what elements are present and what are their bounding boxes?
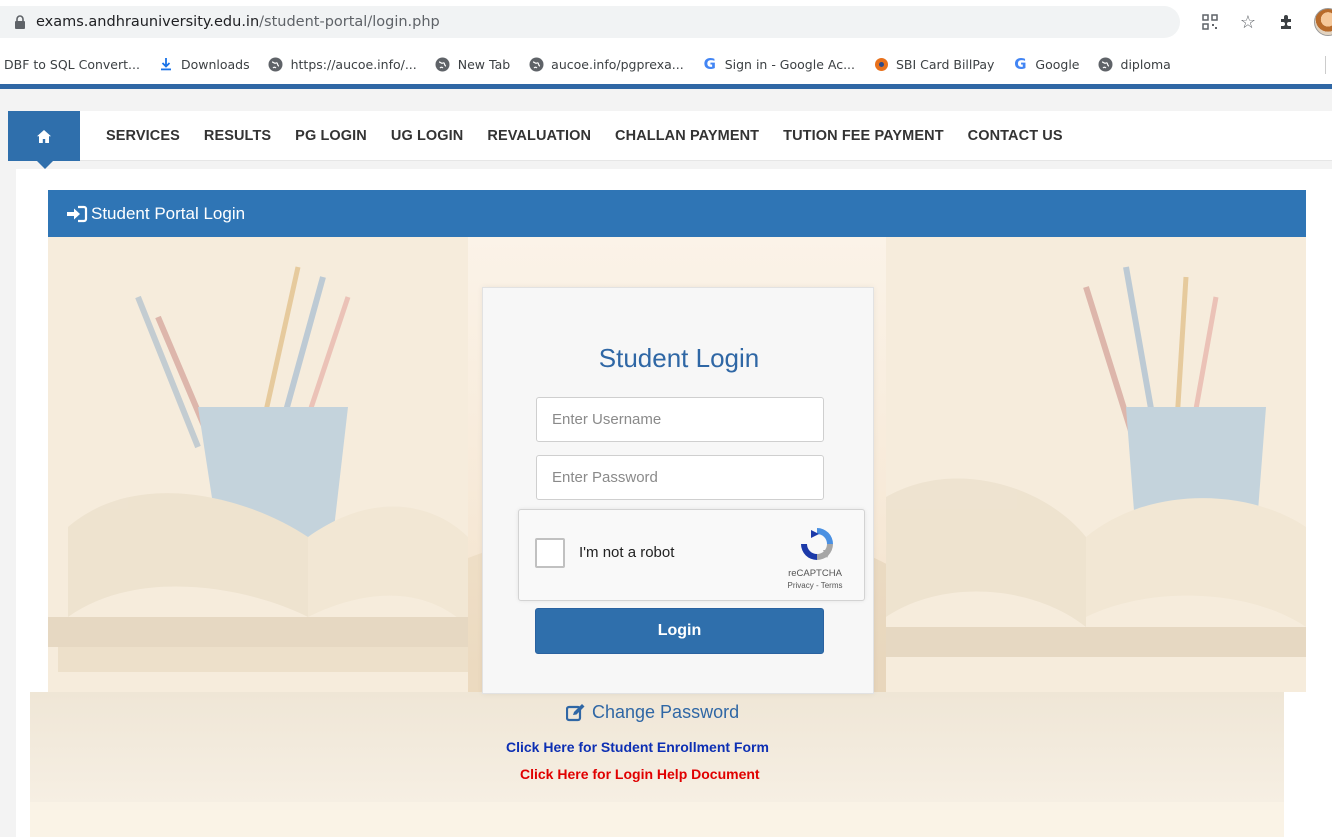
username-input[interactable] — [536, 397, 824, 442]
bookmark-item[interactable]: aucoe.info/pgprexa... — [528, 56, 684, 72]
books-illustration-left — [48, 237, 468, 692]
extensions-puzzle-icon[interactable] — [1276, 12, 1296, 32]
panel-title: Student Portal Login — [91, 203, 246, 223]
nav-contact-us[interactable]: CONTACT US — [968, 128, 1063, 144]
password-input[interactable] — [536, 455, 824, 500]
nav-results[interactable]: RESULTS — [204, 128, 271, 144]
home-icon — [37, 129, 51, 143]
recaptcha-privacy-terms[interactable]: Privacy - Terms — [775, 581, 855, 590]
nav-home-button[interactable] — [8, 111, 80, 169]
bookmarks-bar: DBF to SQL Convert... Downloads https://… — [0, 44, 1332, 84]
bookmark-item[interactable]: New Tab — [435, 56, 510, 72]
site-body: SERVICES RESULTS PG LOGIN UG LOGIN REVAL… — [0, 89, 1332, 837]
download-icon — [158, 56, 174, 72]
star-bookmark-icon[interactable]: ☆ — [1238, 12, 1258, 32]
lock-icon — [15, 15, 25, 29]
change-password-link[interactable]: Change Password — [566, 702, 739, 723]
bookmark-item[interactable]: Downloads — [158, 56, 250, 72]
login-button[interactable]: Login — [535, 608, 824, 654]
globe-icon — [435, 56, 451, 72]
browser-toolbar: exams.andhrauniversity.edu.in/student-po… — [0, 0, 1332, 44]
browser-actions: ☆ — [1200, 8, 1332, 36]
nav-menu: SERVICES RESULTS PG LOGIN UG LOGIN REVAL… — [106, 111, 1087, 161]
bookmark-item[interactable]: SBI Card BillPay — [873, 56, 994, 72]
recaptcha-checkbox[interactable] — [535, 538, 565, 568]
nav-ug-login[interactable]: UG LOGIN — [391, 128, 464, 144]
bookmark-item[interactable]: DBF to SQL Convert... — [4, 57, 140, 72]
address-bar[interactable]: exams.andhrauniversity.edu.in/student-po… — [0, 6, 1180, 38]
login-card: Student Login I'm not a robot reCAPTCHA … — [482, 287, 874, 694]
recaptcha-logo-icon — [801, 528, 833, 560]
nav-revaluation[interactable]: REVALUATION — [487, 128, 591, 144]
globe-icon — [528, 56, 544, 72]
login-title: Student Login — [598, 343, 760, 373]
recaptcha-widget: I'm not a robot reCAPTCHA Privacy - Term… — [518, 509, 865, 601]
google-icon: G — [1014, 55, 1027, 73]
url-text: exams.andhrauniversity.edu.in/student-po… — [36, 14, 440, 30]
profile-avatar[interactable] — [1314, 8, 1332, 36]
books-illustration-right — [886, 237, 1306, 692]
nav-tution-fee-payment[interactable]: TUTION FEE PAYMENT — [783, 128, 944, 144]
portal-container: Student Portal Login Student Login Enter… — [16, 169, 1332, 837]
sbi-icon — [873, 56, 889, 72]
google-icon: G — [703, 55, 716, 73]
recaptcha-label: I'm not a robot — [579, 544, 675, 561]
nav-pg-login[interactable]: PG LOGIN — [295, 128, 367, 144]
panel-header: Student Portal Login — [48, 190, 1306, 237]
qr-code-icon[interactable] — [1200, 12, 1220, 32]
main-navbar: SERVICES RESULTS PG LOGIN UG LOGIN REVAL… — [8, 111, 1332, 169]
edit-icon — [566, 703, 585, 721]
footer-strip-lower — [30, 802, 1284, 837]
bookmark-item[interactable]: G Google — [1012, 55, 1079, 73]
bookmark-item[interactable]: G Sign in - Google Ac... — [702, 55, 855, 73]
globe-icon — [268, 56, 284, 72]
globe-icon — [1098, 56, 1114, 72]
recaptcha-brand: reCAPTCHA — [788, 568, 842, 579]
bookmark-item[interactable]: https://aucoe.info/... — [268, 56, 417, 72]
nav-challan-payment[interactable]: CHALLAN PAYMENT — [615, 128, 759, 144]
nav-services[interactable]: SERVICES — [106, 128, 180, 144]
login-help-link[interactable]: Click Here for Login Help Document — [520, 766, 760, 782]
enrollment-form-link[interactable]: Click Here for Student Enrollment Form — [506, 739, 769, 755]
bookmarks-divider — [1325, 56, 1326, 74]
sign-in-icon — [67, 205, 88, 222]
bookmark-item[interactable]: diploma — [1098, 56, 1171, 72]
